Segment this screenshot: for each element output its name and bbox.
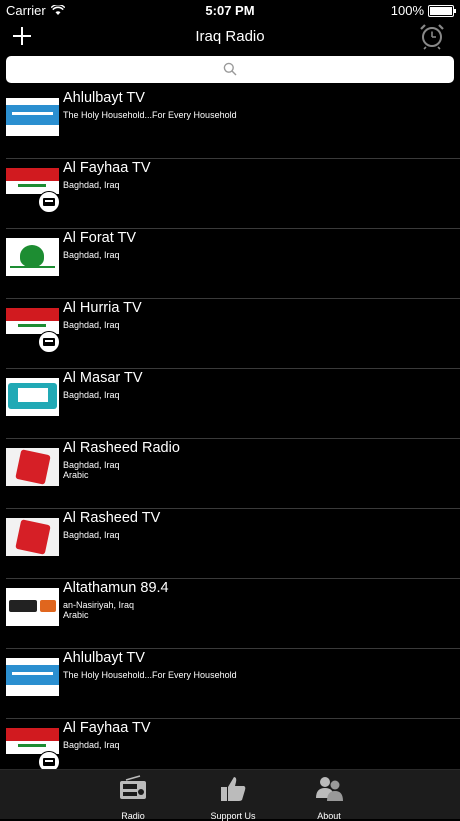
station-name: Al Hurria TV [63, 300, 142, 316]
station-details: Baghdad, Iraq Arabic [63, 460, 120, 480]
radio-badge-icon [38, 191, 60, 213]
battery-percent: 100% [390, 3, 424, 18]
station-row[interactable]: Al Hurria TV Baghdad, Iraq [6, 299, 460, 369]
station-name: Al Rasheed Radio [63, 440, 180, 456]
station-row[interactable]: Ahlulbayt TV The Holy Household...For Eve… [6, 649, 460, 719]
altathamun-logo [6, 588, 59, 626]
forat-logo [6, 238, 59, 276]
station-row[interactable]: Al Rasheed Radio Baghdad, Iraq Arabic [6, 439, 460, 509]
station-row[interactable]: Al Forat TV Baghdad, Iraq [6, 229, 460, 299]
tab-radio-label: Radio [121, 811, 145, 821]
station-details: Baghdad, Iraq [63, 740, 120, 750]
rasheed-logo [6, 518, 59, 556]
station-name: Al Fayhaa TV [63, 720, 151, 736]
tab-support-us[interactable]: Support Us [193, 774, 273, 821]
station-details: The Holy Household...For Every Household [63, 110, 237, 120]
alarm-clock-icon[interactable] [418, 22, 446, 50]
rasheed-logo [6, 448, 59, 486]
radio-badge-icon [38, 751, 60, 769]
station-details: an-Nasiriyah, Iraq Arabic [63, 600, 134, 620]
navigation-bar: Iraq Radio [0, 22, 460, 52]
station-name: Al Masar TV [63, 370, 143, 386]
tab-bar: Radio Support Us About [0, 769, 460, 821]
station-row[interactable]: Al Rasheed TV Baghdad, Iraq [6, 509, 460, 579]
station-location: The Holy Household...For Every Household [63, 670, 237, 680]
radio-icon [120, 775, 146, 799]
status-bar: Carrier 5:07 PM 100% [0, 0, 460, 22]
station-language: Arabic [63, 610, 89, 620]
station-details: The Holy Household...For Every Household [63, 670, 237, 680]
station-name: Ahlulbayt TV [63, 650, 145, 666]
station-row[interactable]: Altathamun 89.4 an-Nasiriyah, Iraq Arabic [6, 579, 460, 649]
station-location: an-Nasiriyah, Iraq [63, 600, 135, 610]
station-location: The Holy Household...For Every Household [63, 110, 237, 120]
station-location: Baghdad, Iraq [63, 740, 120, 750]
ahlulbayt-logo [6, 658, 59, 696]
station-row[interactable]: Al Fayhaa TV Baghdad, Iraq [6, 159, 460, 229]
masar-logo [6, 378, 59, 416]
station-row[interactable]: Ahlulbayt TV The Holy Household...For Eve… [6, 89, 460, 159]
status-right: 100% [390, 3, 456, 18]
station-details: Baghdad, Iraq [63, 320, 120, 330]
ahlulbayt-logo [6, 98, 59, 136]
station-details: Baghdad, Iraq [63, 250, 120, 260]
station-list: Ahlulbayt TV The Holy Household...For Eve… [0, 89, 460, 769]
station-row[interactable]: Al Masar TV Baghdad, Iraq [6, 369, 460, 439]
station-location: Baghdad, Iraq [63, 320, 120, 330]
station-location: Baghdad, Iraq [63, 390, 120, 400]
station-name: Al Fayhaa TV [63, 160, 151, 176]
radio-badge-icon [38, 331, 60, 353]
station-location: Baghdad, Iraq [63, 250, 120, 260]
station-language: Arabic [63, 470, 89, 480]
station-location: Baghdad, Iraq [63, 460, 120, 470]
station-name: Ahlulbayt TV [63, 90, 145, 106]
station-name: Altathamun 89.4 [63, 580, 169, 596]
page-title: Iraq Radio [195, 28, 265, 45]
search-icon [223, 62, 237, 76]
thumbs-up-icon [221, 777, 246, 801]
station-details: Baghdad, Iraq [63, 530, 120, 540]
station-name: Al Forat TV [63, 230, 137, 246]
tab-about-label: About [317, 811, 341, 821]
station-location: Baghdad, Iraq [63, 180, 120, 190]
station-details: Baghdad, Iraq [63, 390, 120, 400]
tab-about[interactable]: About [289, 774, 369, 821]
station-row[interactable]: Al Fayhaa TV Baghdad, Iraq [6, 719, 460, 769]
station-name: Al Rasheed TV [63, 510, 161, 526]
battery-icon [428, 4, 456, 17]
search-input[interactable] [6, 56, 454, 83]
tab-support-us-label: Support Us [210, 811, 256, 821]
station-location: Baghdad, Iraq [63, 530, 120, 540]
people-icon [316, 777, 343, 801]
station-details: Baghdad, Iraq [63, 180, 120, 190]
tab-radio[interactable]: Radio [93, 774, 173, 821]
